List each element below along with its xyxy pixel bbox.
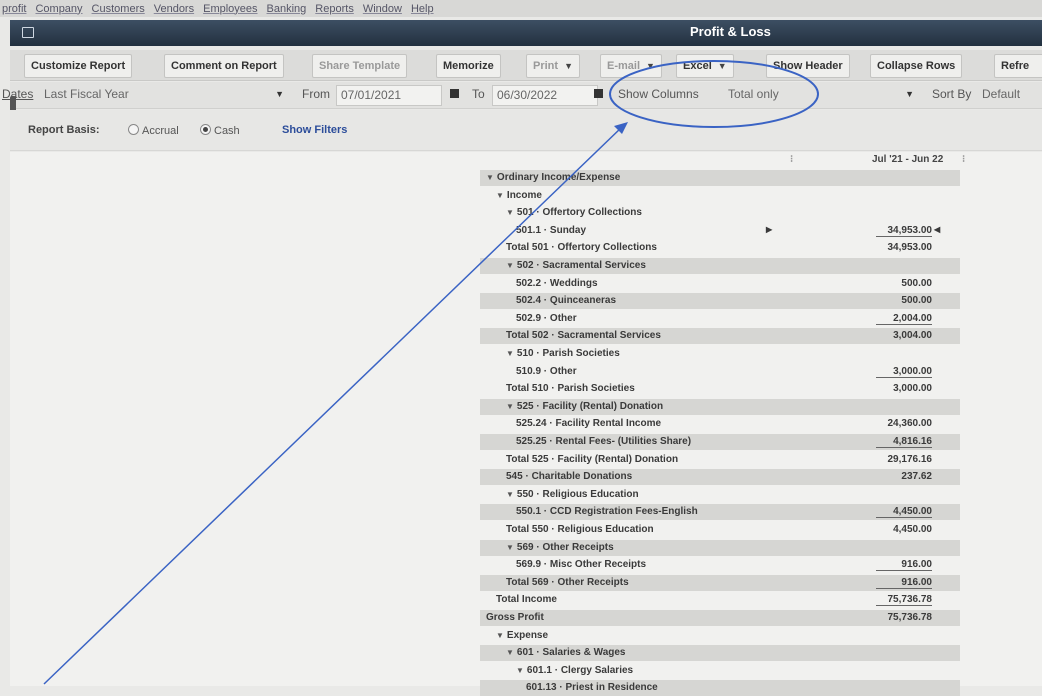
- highlight-ellipse: [609, 60, 819, 128]
- annotation-arrow-line: [43, 126, 623, 685]
- annotation-overlay: [43, 60, 819, 685]
